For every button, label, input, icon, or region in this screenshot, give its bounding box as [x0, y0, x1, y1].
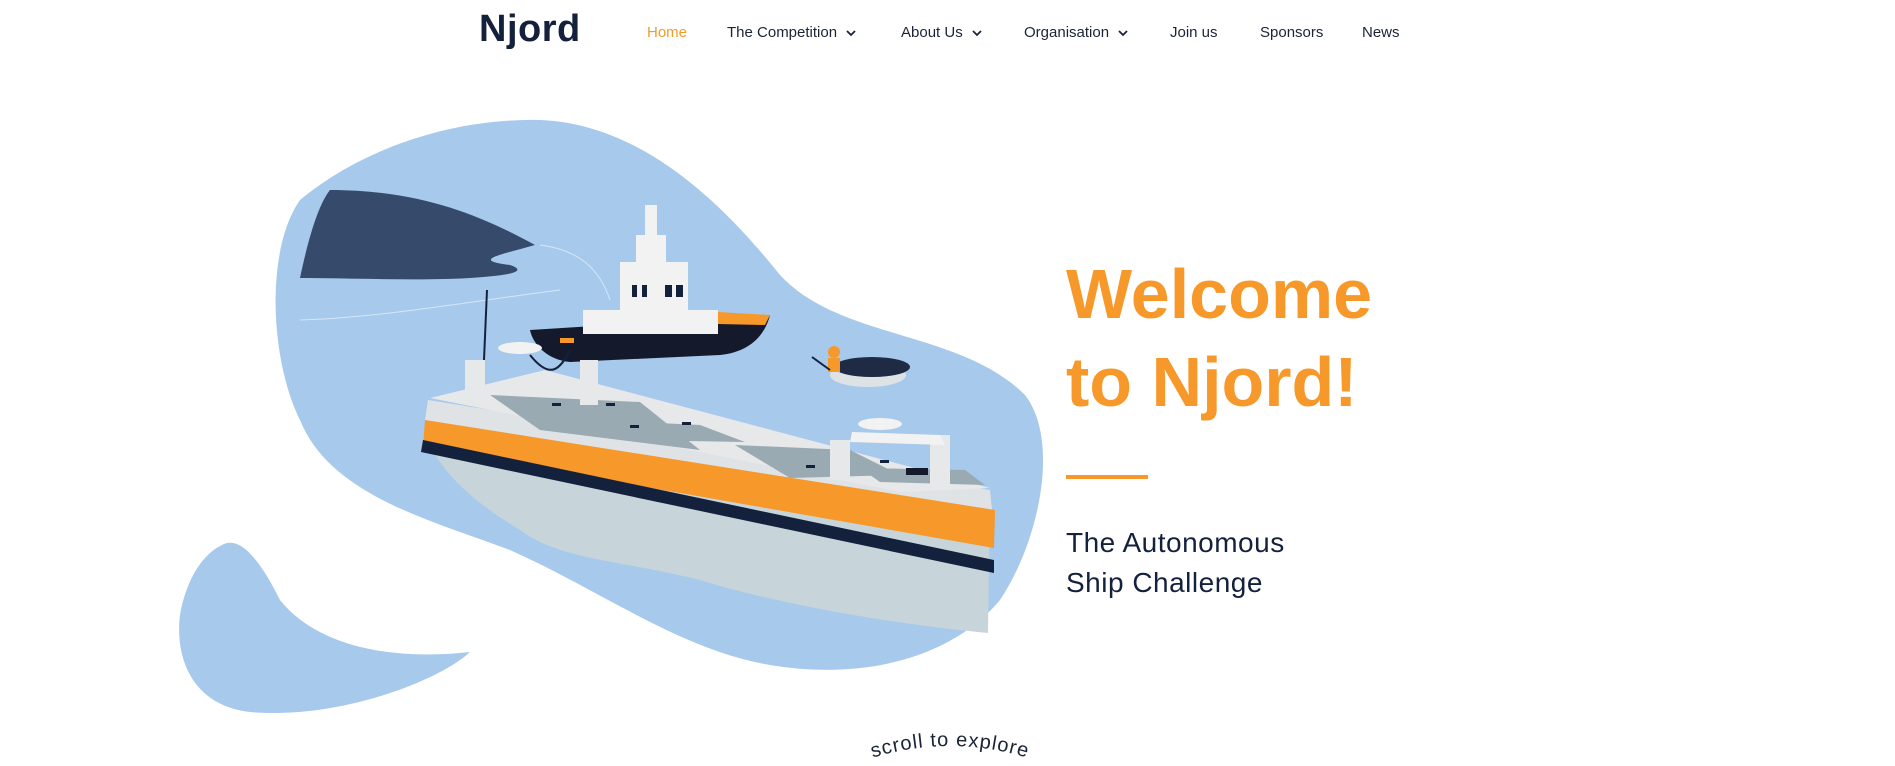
hero-subtitle: The Autonomous Ship Challenge — [1066, 523, 1366, 603]
scroll-hint[interactable]: scroll to explore — [870, 725, 1030, 765]
nav-item-sponsors[interactable]: Sponsors — [1260, 24, 1323, 41]
hero-title-line-1: Welcome — [1066, 255, 1373, 333]
scroll-hint-label: scroll to explore — [870, 729, 1030, 763]
chevron-down-icon — [1118, 29, 1128, 36]
hero-subtitle-line-1: The Autonomous — [1066, 527, 1285, 558]
tail-blob — [179, 542, 470, 714]
nav-item-news[interactable]: News — [1362, 24, 1400, 41]
hero-subtitle-line-2: Ship Challenge — [1066, 567, 1263, 598]
accent-divider — [1066, 475, 1148, 479]
hero-title: Welcome to Njord! — [1066, 250, 1486, 426]
hero-title-line-2: to Njord! — [1066, 343, 1358, 421]
nav-item-label: News — [1362, 24, 1400, 41]
nav-item-label: Join us — [1170, 24, 1218, 41]
nav-item-join-us[interactable]: Join us — [1170, 24, 1218, 41]
hero-illustration — [179, 119, 1044, 714]
svg-text:scroll to explore: scroll to explore — [870, 729, 1030, 763]
nav-item-label: Sponsors — [1260, 24, 1324, 41]
